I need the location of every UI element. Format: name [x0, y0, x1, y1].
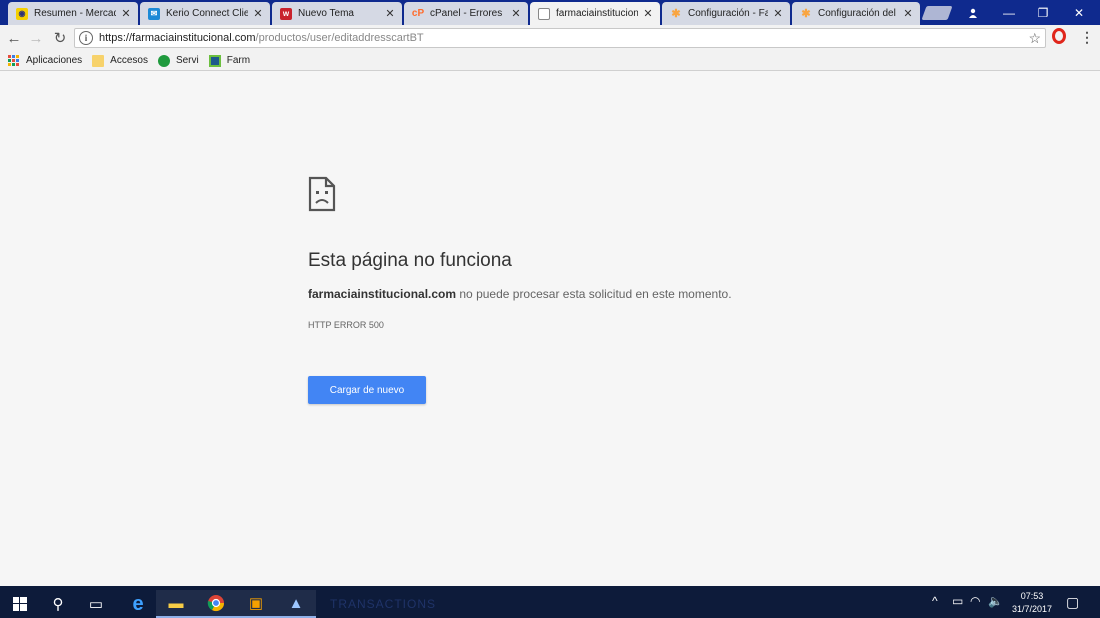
bookmarks-bar: Aplicaciones Accesos Servi Farm: [0, 51, 1100, 71]
window-close-icon[interactable]: ✕: [1062, 0, 1096, 25]
bookmark-label: Accesos: [110, 55, 148, 66]
bookmark-label: Aplicaciones: [26, 55, 83, 66]
error-title: Esta página no funciona: [308, 250, 512, 271]
forum-icon: w: [280, 7, 292, 20]
bookmark-star-icon[interactable]: ☆: [1028, 30, 1041, 47]
close-icon[interactable]: ✕: [384, 7, 396, 20]
bookmark-farm[interactable]: Farm: [208, 54, 251, 67]
cpanel-icon: cP: [411, 8, 425, 19]
bookmark-label: Farm: [226, 55, 251, 66]
apps-grid-icon: [8, 54, 20, 67]
close-icon[interactable]: ✕: [902, 7, 914, 20]
bookmark-servi[interactable]: Servi: [157, 54, 199, 67]
tab-farmacia-active[interactable]: farmaciainstitucion ✕: [530, 2, 660, 25]
chevron-up-icon[interactable]: ^: [932, 594, 938, 608]
close-icon[interactable]: ✕: [120, 7, 132, 20]
close-icon[interactable]: ✕: [772, 7, 784, 20]
reload-icon[interactable]: ↻: [50, 28, 70, 48]
browser-toolbar: ← → ↻ i https://farmaciainstitucional.co…: [0, 25, 1100, 51]
error-code: HTTP ERROR 500: [308, 320, 384, 330]
outlook-icon[interactable]: ▣: [236, 590, 276, 618]
tab-title: Resumen - Mercad: [34, 8, 116, 19]
windows-taskbar: ⚲ ▭ e ▬ ▣ ▲ TRANSACTIONS ^ ▭ ◠ 🔈 ▢: [0, 586, 1100, 618]
bookmark-accesos[interactable]: Accesos: [92, 54, 148, 67]
tab-title: cPanel - Errores: [430, 8, 503, 19]
farm-icon: [208, 54, 221, 67]
tab-title: Kerio Connect Clie: [166, 8, 248, 19]
minimize-icon[interactable]: —: [992, 0, 1026, 25]
close-icon[interactable]: ✕: [510, 7, 522, 20]
address-bar[interactable]: i https://farmaciainstitucional.com/prod…: [74, 28, 1046, 48]
tab-configuracion-2[interactable]: ✱ Configuración del ✕: [792, 2, 920, 25]
new-tab-button[interactable]: [921, 6, 953, 20]
battery-icon[interactable]: ▭: [952, 594, 963, 608]
error-description: farmaciainstitucional.com no puede proce…: [308, 287, 732, 301]
mercadolibre-icon: ◉: [16, 7, 28, 20]
search-icon[interactable]: ⚲: [38, 590, 78, 618]
joomla-icon: ✱: [801, 8, 811, 20]
background-ghost-text: TRANSACTIONS: [330, 597, 437, 611]
restore-icon[interactable]: ❐: [1026, 0, 1060, 25]
profile-icon[interactable]: [956, 0, 990, 25]
tab-resumen[interactable]: ◉ Resumen - Mercad ✕: [8, 2, 138, 25]
edge-icon[interactable]: e: [118, 590, 158, 618]
wifi-icon[interactable]: ◠: [970, 594, 980, 608]
menu-kebab-icon[interactable]: ⋮: [1080, 29, 1094, 46]
tab-nuevo-tema[interactable]: w Nuevo Tema ✕: [272, 2, 402, 25]
error-message: no puede procesar esta solicitud en este…: [456, 287, 732, 301]
opera-extension-icon[interactable]: [1052, 28, 1066, 44]
sad-page-icon: [308, 176, 336, 212]
url-path: /productos/user/editaddresscartBT: [255, 32, 424, 44]
error-page: Esta página no funciona farmaciainstituc…: [0, 72, 1100, 586]
tab-title: farmaciainstitucion: [556, 8, 638, 19]
file-explorer-icon[interactable]: ▬: [156, 590, 196, 618]
tab-configuracion-1[interactable]: ✱ Configuración - Fa ✕: [662, 2, 790, 25]
chrome-icon[interactable]: [196, 590, 236, 618]
volume-icon[interactable]: 🔈: [988, 594, 1003, 608]
windows-start-icon[interactable]: [0, 590, 40, 618]
notification-icon[interactable]: ▢: [1066, 594, 1079, 611]
clock-date: 31/7/2017: [1011, 604, 1053, 614]
task-view-icon[interactable]: ▭: [76, 590, 116, 618]
bookmark-aplicaciones[interactable]: Aplicaciones: [8, 54, 83, 67]
taskbar-clock[interactable]: 07:53 31/7/2017: [1006, 590, 1058, 616]
tab-title: Nuevo Tema: [298, 8, 354, 19]
forward-arrow-icon[interactable]: →: [26, 28, 46, 48]
joomla-icon: ✱: [671, 8, 681, 20]
clock-time: 07:53: [1020, 591, 1044, 601]
url-host: https://farmaciainstitucional.com: [99, 32, 256, 44]
page-icon: [538, 7, 550, 20]
folder-icon: [92, 54, 105, 67]
tab-kerio[interactable]: ✉ Kerio Connect Clie ✕: [140, 2, 270, 25]
kerio-mail-icon: ✉: [148, 7, 160, 20]
reload-button[interactable]: Cargar de nuevo: [308, 376, 426, 404]
close-icon[interactable]: ✕: [642, 7, 654, 20]
tab-title: Configuración del: [818, 8, 896, 19]
close-icon[interactable]: ✕: [252, 7, 264, 20]
info-icon[interactable]: i: [79, 31, 93, 45]
tab-title: Configuración - Fa: [688, 8, 768, 19]
back-arrow-icon[interactable]: ←: [4, 28, 24, 48]
network-app-icon[interactable]: ▲: [276, 590, 316, 618]
servi-icon: [157, 54, 170, 67]
error-domain: farmaciainstitucional.com: [308, 287, 457, 301]
tab-cpanel[interactable]: cP cPanel - Errores ✕: [404, 2, 528, 25]
tab-strip: ◉ Resumen - Mercad ✕ ✉ Kerio Connect Cli…: [0, 0, 1100, 25]
bookmark-label: Servi: [175, 55, 199, 66]
